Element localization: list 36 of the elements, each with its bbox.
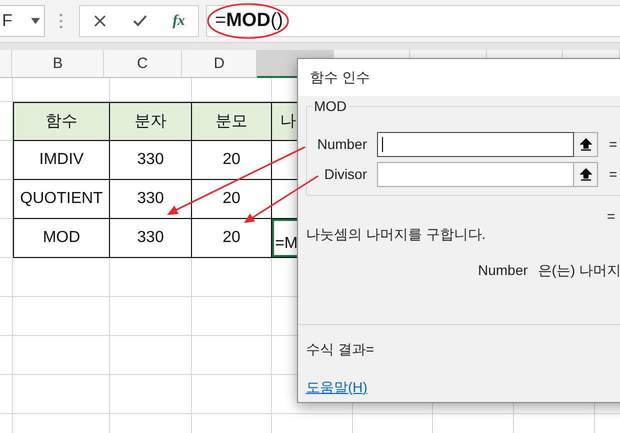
table-cell: QUOTIENT: [13, 180, 110, 219]
group-label: MOD: [312, 98, 349, 114]
function-result: =: [607, 208, 616, 224]
up-arrow-icon: [580, 168, 592, 180]
column-header[interactable]: C: [104, 50, 182, 78]
table-cell: 330: [110, 219, 192, 258]
formula-result: 수식 결과=: [306, 341, 376, 359]
argument-name: Number: [478, 262, 528, 280]
name-box[interactable]: F: [0, 5, 45, 37]
input-field[interactable]: [377, 132, 574, 156]
column-header[interactable]: B: [12, 50, 104, 78]
argument-description: 은(는) 나머지: [538, 262, 620, 280]
column-header[interactable]: D: [182, 50, 258, 78]
up-arrow-icon: [580, 138, 592, 150]
collapse-button[interactable]: [574, 162, 598, 186]
dropdown-caret-icon[interactable]: [31, 18, 40, 24]
input-field[interactable]: [377, 162, 574, 186]
table-cell: 분자: [110, 102, 192, 141]
table-cell: 분모: [192, 102, 272, 141]
grip-icon: [59, 13, 63, 29]
argument-result: =: [609, 136, 618, 152]
collapse-button[interactable]: [574, 132, 598, 156]
dialog-title: 함수 인수: [298, 59, 620, 96]
insert-function-button[interactable]: fx: [172, 12, 186, 30]
checkmark-icon[interactable]: [132, 14, 147, 28]
table-cell: IMDIV: [13, 141, 110, 180]
table-cell: 함수: [13, 102, 110, 141]
formula-field[interactable]: =MOD(): [206, 5, 620, 37]
argument-label: Divisor: [323, 166, 368, 182]
table-cell: 330: [110, 141, 192, 180]
text-cursor: [382, 136, 383, 152]
table-cell: 20: [192, 141, 272, 180]
help-link[interactable]: 도움말(H): [306, 379, 368, 397]
argument-result: =: [609, 166, 618, 182]
cancel-icon[interactable]: [92, 14, 107, 28]
table-cell: MOD: [13, 219, 110, 258]
